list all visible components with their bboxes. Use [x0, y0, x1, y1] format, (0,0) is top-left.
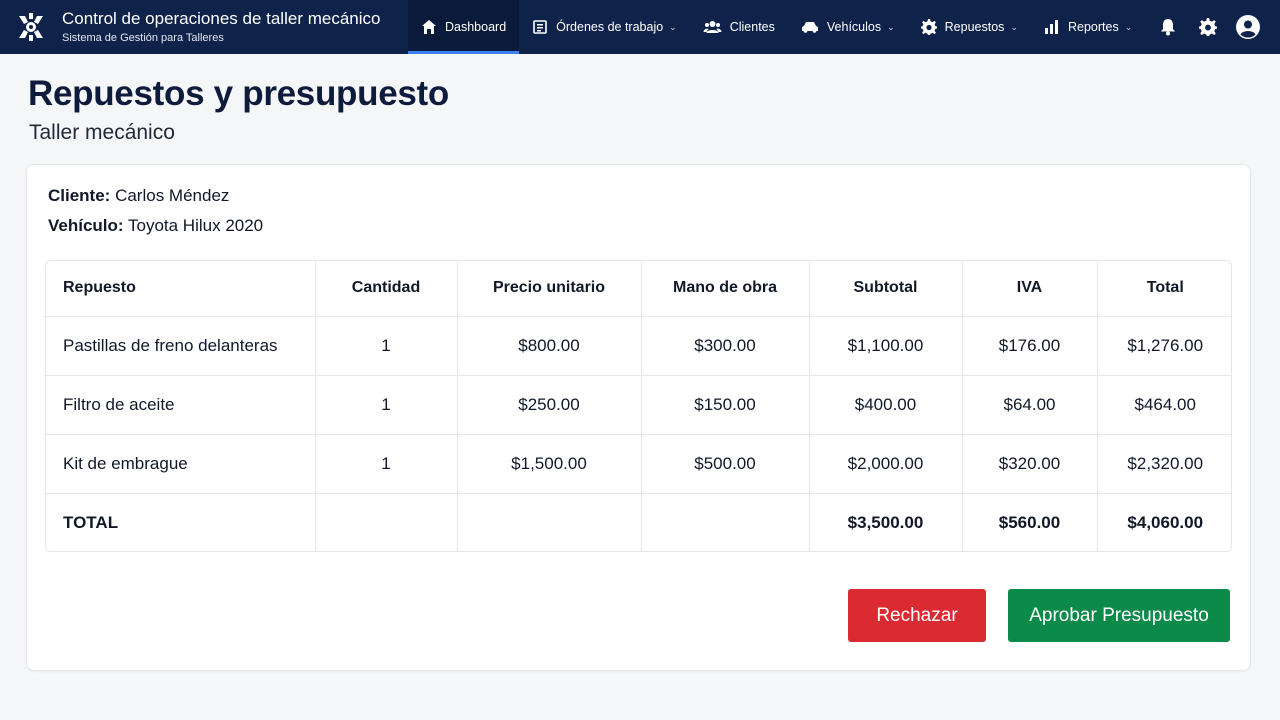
nav-item-repuestos[interactable]: Repuestos ⌄ — [908, 0, 1031, 54]
table-cell: $464.00 — [1097, 375, 1231, 435]
table-row[interactable]: Kit de embrague 1 $1,500.00 $500.00 $2,0… — [46, 434, 1231, 494]
vehicle-value: Toyota Hilux 2020 — [128, 216, 264, 235]
table-cell: 1 — [315, 375, 458, 435]
table-row[interactable]: Pastillas de freno delanteras 1 $800.00 … — [46, 316, 1231, 376]
approve-budget-button[interactable]: Aprobar Presupuesto — [1008, 589, 1230, 642]
gear-icon — [920, 19, 937, 35]
page-subtitle: Taller mecánico — [29, 121, 175, 144]
table-cell — [457, 492, 642, 551]
brand[interactable]: Control de operaciones de taller mecánic… — [0, 0, 408, 54]
table-cell — [641, 492, 810, 551]
table-cell: 1 — [315, 434, 458, 494]
nav-item-label: Vehículos — [826, 20, 882, 34]
app-title: Control de operaciones de taller mecánic… — [62, 9, 381, 28]
bar-chart-icon — [1044, 20, 1058, 34]
client-label: Cliente: — [48, 186, 111, 205]
chevron-down-icon: ⌄ — [669, 21, 677, 32]
vehicle-label: Vehículo: — [48, 216, 124, 235]
column-header[interactable]: Mano de obra — [641, 261, 810, 317]
table-cell: Filtro de aceite — [46, 375, 316, 435]
table-cell — [315, 492, 458, 551]
parts-table: Repuesto Cantidad Precio unitario Mano d… — [45, 260, 1232, 552]
table-cell: $64.00 — [962, 375, 1098, 435]
chevron-down-icon: ⌄ — [1010, 21, 1018, 32]
top-navbar: Control de operaciones de taller mecánic… — [0, 0, 1280, 54]
table-cell: $300.00 — [641, 316, 810, 376]
nav-item-dashboard[interactable]: Dashboard — [408, 0, 520, 54]
nav-item-label: Repuestos — [944, 20, 1005, 34]
table-cell: $800.00 — [457, 316, 642, 376]
chevron-down-icon: ⌄ — [887, 21, 895, 32]
table-cell: $2,320.00 — [1097, 434, 1231, 494]
table-cell: $2,000.00 — [809, 434, 963, 494]
column-header[interactable]: Total — [1097, 261, 1231, 317]
vehicle-info: Vehículo: Toyota Hilux 2020 — [48, 216, 263, 236]
car-icon — [801, 22, 818, 33]
total-subtotal: $3,500.00 — [809, 492, 963, 551]
table-cell: $400.00 — [809, 375, 963, 435]
table-cell: $320.00 — [962, 434, 1098, 494]
table-cell: Pastillas de freno delanteras — [46, 316, 316, 376]
table-cell: $176.00 — [962, 316, 1098, 376]
client-info: Cliente: Carlos Méndez — [48, 186, 229, 206]
user-menu-button[interactable] — [1228, 0, 1268, 54]
nav-item-label: Órdenes de trabajo — [556, 20, 664, 34]
table-cell: $1,500.00 — [457, 434, 642, 494]
bell-icon — [1161, 19, 1175, 36]
column-header[interactable]: Subtotal — [809, 261, 963, 317]
nav-item-label: Clientes — [729, 20, 775, 34]
main-nav: Dashboard Órdenes de trabajo ⌄ Clientes … — [408, 0, 1145, 54]
column-header[interactable]: IVA — [962, 261, 1098, 317]
table-cell: 1 — [315, 316, 458, 376]
column-header[interactable]: Repuesto — [46, 261, 316, 317]
nav-item-label: Dashboard — [445, 20, 507, 34]
chevron-down-icon: ⌄ — [1124, 21, 1133, 32]
nav-item-vehiculos[interactable]: Vehículos ⌄ — [788, 0, 908, 54]
user-avatar-icon — [1236, 15, 1260, 39]
table-total-row: TOTAL $3,500.00 $560.00 $4,060.00 — [46, 492, 1231, 551]
table-row[interactable]: Filtro de aceite 1 $250.00 $150.00 $400.… — [46, 375, 1231, 435]
budget-card: Cliente: Carlos Méndez Vehículo: Toyota … — [26, 164, 1251, 671]
column-header[interactable]: Precio unitario — [457, 261, 642, 317]
table-cell: $1,276.00 — [1097, 316, 1231, 376]
table-cell: $150.00 — [641, 375, 810, 435]
total-iva: $560.00 — [962, 492, 1098, 551]
settings-button[interactable] — [1188, 0, 1228, 54]
nav-item-label: Reportes — [1067, 20, 1119, 34]
total-grand: $4,060.00 — [1097, 492, 1231, 551]
nav-item-ordenes[interactable]: Órdenes de trabajo ⌄ — [519, 0, 690, 54]
nav-right-actions — [1148, 0, 1280, 54]
nav-item-reportes[interactable]: Reportes ⌄ — [1031, 0, 1145, 54]
app-subtitle: Sistema de Gestión para Talleres — [62, 32, 224, 44]
table-cell: $1,100.00 — [809, 316, 963, 376]
users-icon — [703, 21, 722, 33]
list-icon — [533, 20, 547, 34]
table-header-row: Repuesto Cantidad Precio unitario Mano d… — [46, 261, 1231, 317]
notifications-button[interactable] — [1148, 0, 1188, 54]
nav-item-clientes[interactable]: Clientes — [690, 0, 788, 54]
table-cell: Kit de embrague — [46, 434, 316, 494]
reject-button[interactable]: Rechazar — [848, 589, 986, 642]
client-value: Carlos Méndez — [115, 186, 230, 205]
column-header[interactable]: Cantidad — [315, 261, 458, 317]
total-label: TOTAL — [46, 492, 316, 551]
table-cell: $500.00 — [641, 434, 810, 494]
settings-icon — [1199, 18, 1217, 36]
home-icon — [422, 20, 436, 34]
table-cell: $250.00 — [457, 375, 642, 435]
page-title: Repuestos y presupuesto — [28, 74, 449, 113]
wrench-gear-logo-icon — [19, 13, 43, 41]
